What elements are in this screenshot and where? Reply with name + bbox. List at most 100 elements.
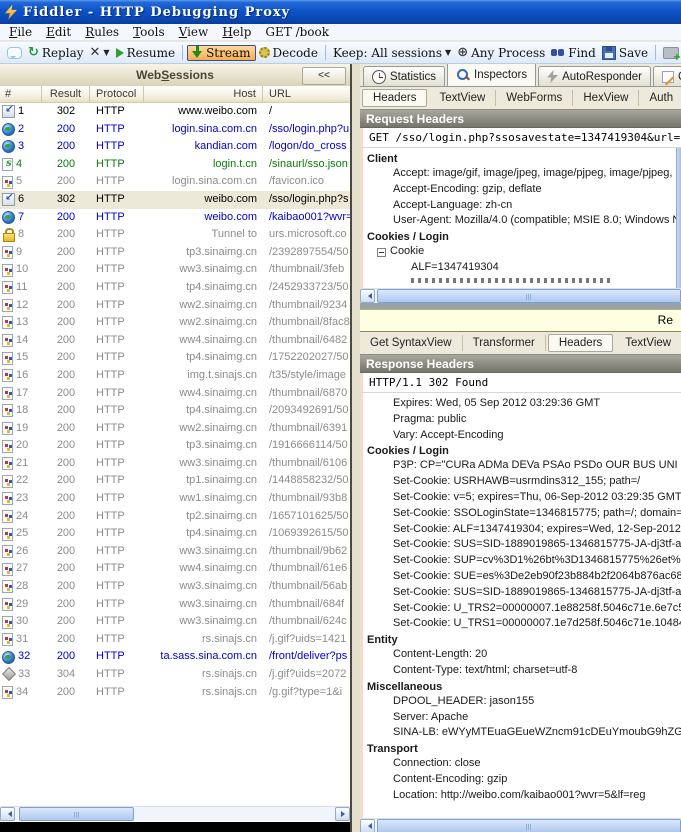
request-inspector-tab[interactable]: HexView [573,90,639,106]
keep-sessions-dropdown[interactable]: Keep: All sessions▼ [330,45,454,61]
scroll-left-button[interactable] [360,819,375,832]
scroll-left-button[interactable] [360,289,375,303]
menu-item[interactable]: Tools [126,25,172,39]
session-row[interactable]: 13 200 HTTP ww2.sinaimg.cn /thumbnail/8f… [0,314,350,332]
column-header-host[interactable]: Host [144,86,263,102]
sessions-horizontal-scrollbar[interactable] [0,806,350,821]
session-type-icon [2,528,13,541]
scrollbar-thumb[interactable] [377,289,681,303]
scrollbar-thumb[interactable] [19,807,134,821]
menu-item[interactable]: File [2,25,39,39]
scrollbar-thumb[interactable] [377,819,681,832]
column-header-url[interactable]: URL [263,86,350,102]
request-inspector-tab[interactable]: Headers [362,89,427,107]
menu-item[interactable]: Edit [39,25,78,39]
session-row[interactable]: 3 200 HTTP kandian.com /logon/do_cross [0,138,350,156]
session-row[interactable]: 1 302 HTTP www.weibo.com / [0,103,350,121]
column-header-protocol[interactable]: Protocol [90,86,144,102]
any-process-button[interactable]: ⊕Any Process [454,45,548,61]
session-row[interactable]: 33 304 HTTP rs.sinajs.cn /j.gif?uids=207… [0,666,350,684]
inspectors-panel: Statistics Inspectors AutoResponder Comp… [360,64,681,832]
resume-button[interactable]: Resume [113,45,179,61]
remove-sessions-button[interactable]: ✕▼ [87,45,113,61]
session-row[interactable]: 31 200 HTTP rs.sinajs.cn /j.gif?uids=142… [0,631,350,649]
session-row[interactable]: 24 200 HTTP tp2.sinaimg.cn /1657101625/5… [0,508,350,526]
column-header-number[interactable]: # [0,86,42,102]
session-row[interactable]: 15 200 HTTP tp4.sinaimg.cn /1752202027/5… [0,349,350,367]
session-row[interactable]: 14 200 HTTP ww4.sinaimg.cn /thumbnail/64… [0,332,350,350]
menu-item[interactable]: Rules [78,25,126,39]
session-row[interactable]: 17 200 HTTP ww4.sinaimg.cn /thumbnail/68… [0,385,350,403]
session-protocol: HTTP [90,472,144,490]
main-tab[interactable]: AutoResponder [538,66,651,86]
main-tab[interactable]: Inspectors [447,64,536,86]
session-row[interactable]: 28 200 HTTP ww3.sinaimg.cn /thumbnail/56… [0,578,350,596]
collapse-panel-button[interactable]: << [302,67,346,85]
session-url: /favicon.ico [263,173,350,191]
response-notification-bar[interactable]: Re [360,309,681,332]
session-row[interactable]: 34 200 HTTP rs.sinajs.cn /g.gif?type=1&i [0,684,350,702]
session-row[interactable]: 4 200 HTTP login.t.cn /sinaurl/sso.json [0,156,350,174]
response-inspector-tab[interactable]: TextView [615,335,681,351]
menu-item[interactable]: GET /book [258,25,336,39]
main-tab-strip: Statistics Inspectors AutoResponder Comp [360,64,681,87]
session-url: /sso/login.php?u [263,121,350,139]
session-row[interactable]: 7 200 HTTP weibo.com /kaibao001?wvr= [0,209,350,227]
session-row[interactable]: 22 200 HTTP tp1.sinaimg.cn /1448858232/5… [0,472,350,490]
response-inspector-tab[interactable]: Headers [548,334,613,352]
find-button[interactable]: Find [548,45,599,61]
session-row[interactable]: 23 200 HTTP ww1.sinaimg.cn /thumbnail/93… [0,490,350,508]
session-row[interactable]: 29 200 HTTP ww3.sinaimg.cn /thumbnail/68… [0,596,350,614]
session-row[interactable]: 25 200 HTTP tp4.sinaimg.cn /1069392615/5… [0,525,350,543]
request-inspector-tab[interactable]: Auth [639,90,681,106]
column-header-result[interactable]: Result [42,86,90,102]
session-row[interactable]: 11 200 HTTP tp4.sinaimg.cn /2452933723/5… [0,279,350,297]
session-url: urs.microsoft.co [263,226,350,244]
session-row[interactable]: 2 200 HTTP login.sina.com.cn /sso/login.… [0,121,350,139]
session-row[interactable]: 27 200 HTTP ww4.sinaimg.cn /thumbnail/61… [0,560,350,578]
session-row[interactable]: 20 200 HTTP tp3.sinaimg.cn /1916666114/5… [0,437,350,455]
session-row[interactable]: 21 200 HTTP ww3.sinaimg.cn /thumbnail/61… [0,455,350,473]
save-button[interactable]: Save [599,45,651,61]
comment-button[interactable] [4,46,25,60]
header-section-title: Client [363,151,681,166]
replay-button[interactable]: ↻Replay [25,45,87,61]
quickexec-command-bar[interactable] [0,822,350,832]
session-row[interactable]: 19 200 HTTP ww2.sinaimg.cn /thumbnail/63… [0,420,350,438]
collapse-box-icon[interactable] [377,248,386,257]
decode-toggle-button[interactable]: Decode [256,45,321,61]
session-row[interactable]: 18 200 HTTP tp4.sinaimg.cn /2093492691/5… [0,402,350,420]
session-row[interactable]: 16 200 HTTP img.t.sinajs.cn /t35/style/i… [0,367,350,385]
menu-item[interactable]: Help [215,25,258,39]
session-row[interactable]: 26 200 HTTP ww3.sinaimg.cn /thumbnail/9b… [0,543,350,561]
session-host: tp2.sinaimg.cn [144,508,263,526]
main-tab[interactable]: Comp [653,66,681,86]
session-row[interactable]: 9 200 HTTP tp3.sinaimg.cn /2392897554/50 [0,244,350,262]
menu-item[interactable]: View [172,25,216,39]
session-row[interactable]: 6 302 HTTP weibo.com /sso/login.php?s [0,191,350,209]
response-horizontal-scrollbar[interactable] [360,818,681,832]
scroll-left-button[interactable] [0,807,15,821]
scroll-right-button[interactable] [335,807,350,821]
session-row[interactable]: 5 200 HTTP login.sina.com.cn /favicon.ic… [0,173,350,191]
response-inspector-tab[interactable]: Transformer [463,335,546,351]
session-row[interactable]: 8 200 HTTP Tunnel to urs.microsoft.co [0,226,350,244]
request-vertical-scrollbar[interactable] [676,148,681,288]
session-protocol: HTTP [90,437,144,455]
main-tab[interactable]: Statistics [363,66,445,86]
request-inspector-tab[interactable]: WebForms [496,90,573,106]
response-inspector-tab[interactable]: Get SyntaxView [360,335,463,351]
request-inspector-tab[interactable]: TextView [429,90,496,106]
screenshot-button[interactable] [660,46,681,60]
session-row[interactable]: 30 200 HTTP ww3.sinaimg.cn /thumbnail/62… [0,613,350,631]
cookie-tree-node[interactable]: Cookie [363,244,681,260]
panel-splitter[interactable] [352,64,360,832]
session-row[interactable]: 32 200 HTTP ta.sass.sina.com.cn /front/d… [0,648,350,666]
request-horizontal-scrollbar[interactable] [360,288,681,303]
session-number: 23 [16,490,28,508]
stream-toggle-button[interactable]: Stream [187,45,255,61]
session-row[interactable]: 10 200 HTTP ww3.sinaimg.cn /thumbnail/3f… [0,261,350,279]
clipped-header-line [411,278,611,283]
session-row[interactable]: 12 200 HTTP ww2.sinaimg.cn /thumbnail/92… [0,297,350,315]
session-protocol: HTTP [90,508,144,526]
